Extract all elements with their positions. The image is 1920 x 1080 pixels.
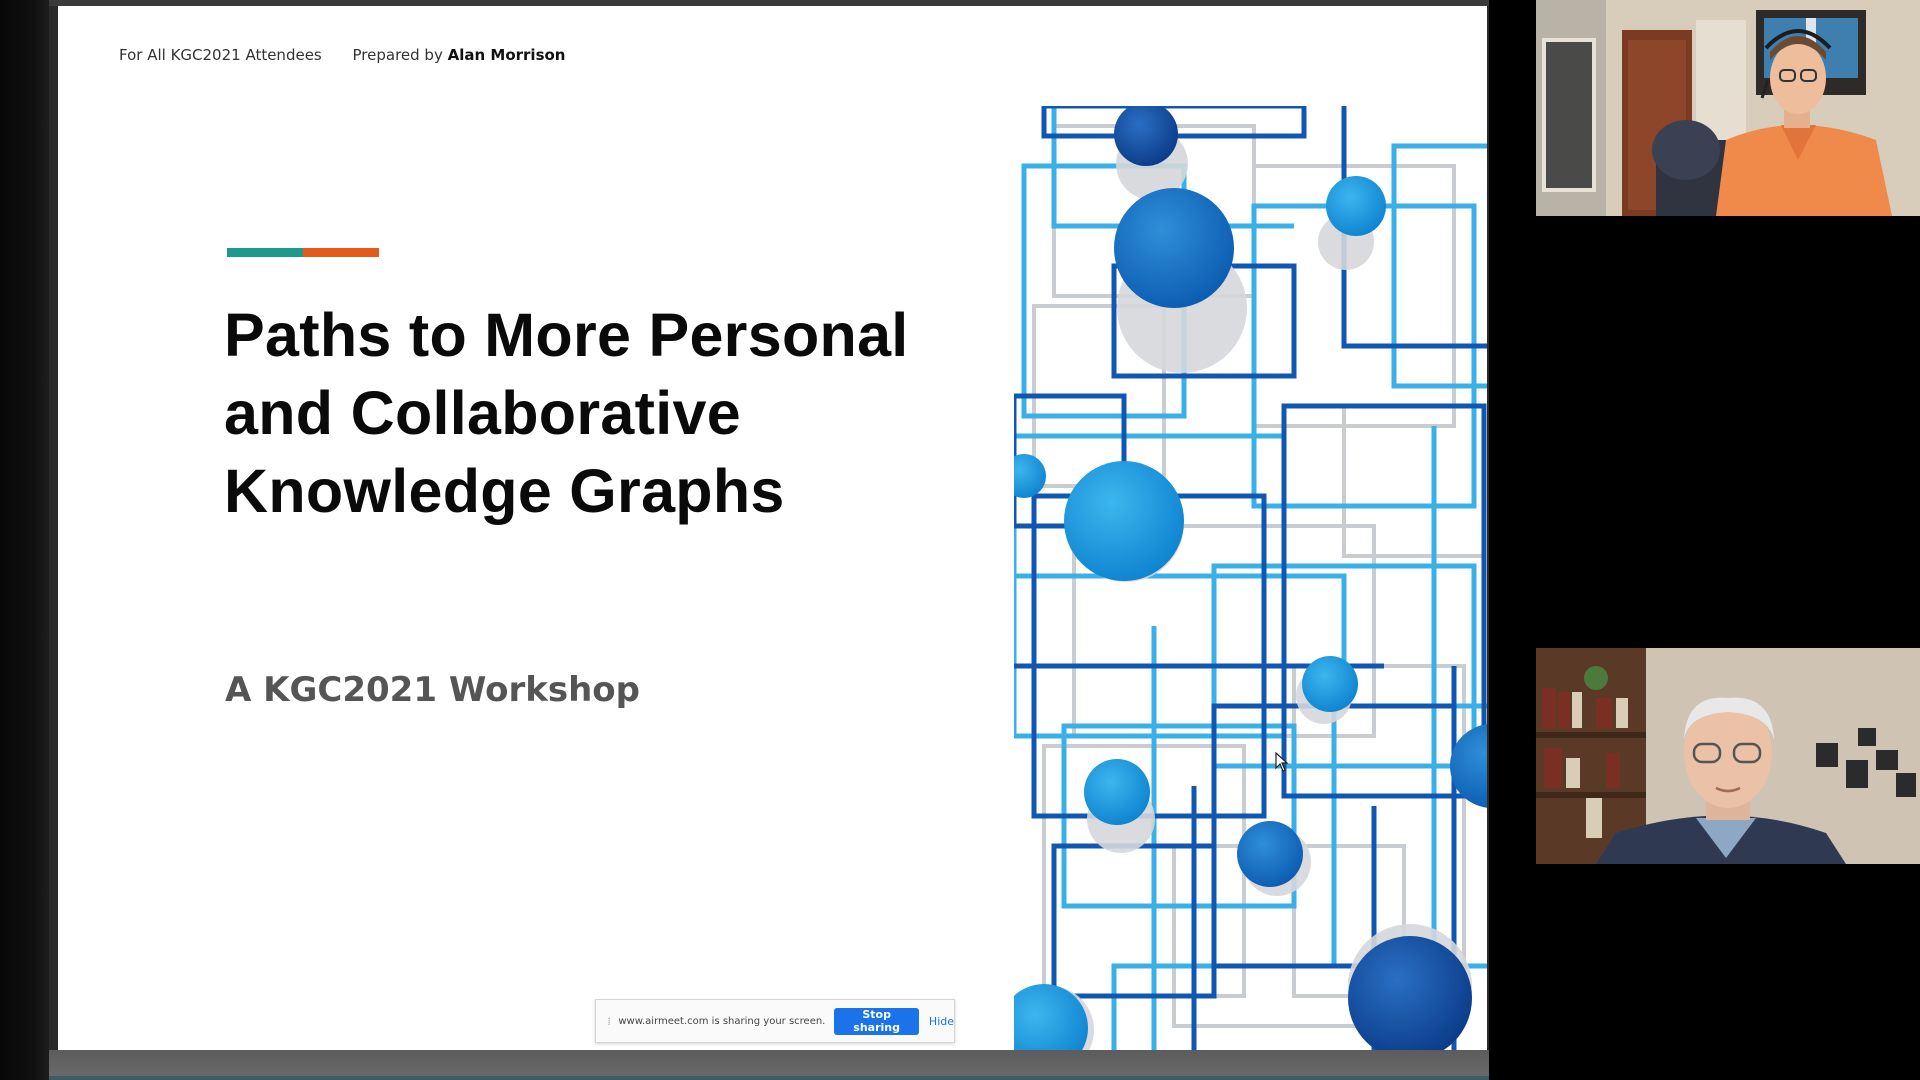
title-line: and Collaborative — [224, 379, 741, 447]
participant-video-tile-1[interactable] — [1536, 0, 1920, 216]
mouse-cursor-icon — [1275, 752, 1289, 772]
sharing-message: www.airmeet.com is sharing your screen. — [618, 1015, 826, 1027]
title-accent-bar — [227, 248, 379, 257]
drag-handle-icon[interactable]: ⁞ — [604, 1014, 614, 1028]
audience-label: For All KGC2021 Attendees — [119, 46, 322, 64]
slide-header: For All KGC2021 Attendees Prepared by Al… — [119, 46, 565, 64]
hide-link[interactable]: Hide — [929, 1015, 954, 1028]
presentation-slide: For All KGC2021 Attendees Prepared by Al… — [58, 6, 1487, 1050]
participant-video-tile-2[interactable] — [1536, 648, 1920, 864]
accent-orange-segment — [303, 248, 379, 257]
stop-sharing-button[interactable]: Stop sharing — [834, 1007, 919, 1035]
share-bottom-edge — [49, 1076, 1489, 1080]
participant-2-video — [1536, 648, 1920, 864]
screen-share-frame: For All KGC2021 Attendees Prepared by Al… — [49, 0, 1489, 1080]
participant-1-video — [1536, 0, 1920, 216]
prepared-by-label: Prepared by Alan Morrison — [353, 46, 566, 64]
title-line: Knowledge Graphs — [224, 457, 785, 525]
screen-share-notification-bar: ⁞ www.airmeet.com is sharing your screen… — [595, 999, 955, 1043]
meeting-stage: For All KGC2021 Attendees Prepared by Al… — [0, 0, 1920, 1080]
title-line: Paths to More Personal — [224, 301, 909, 369]
prepared-by-prefix: Prepared by — [352, 46, 443, 64]
author-name: Alan Morrison — [447, 46, 566, 64]
accent-teal-segment — [227, 248, 303, 257]
slide-subtitle: A KGC2021 Workshop — [225, 670, 640, 710]
slide-title: Paths to More Personal and Collaborative… — [224, 296, 1024, 530]
left-gutter — [0, 0, 49, 1080]
share-bottom-bezel — [49, 1050, 1489, 1080]
network-graph-image — [1000, 102, 1487, 1050]
